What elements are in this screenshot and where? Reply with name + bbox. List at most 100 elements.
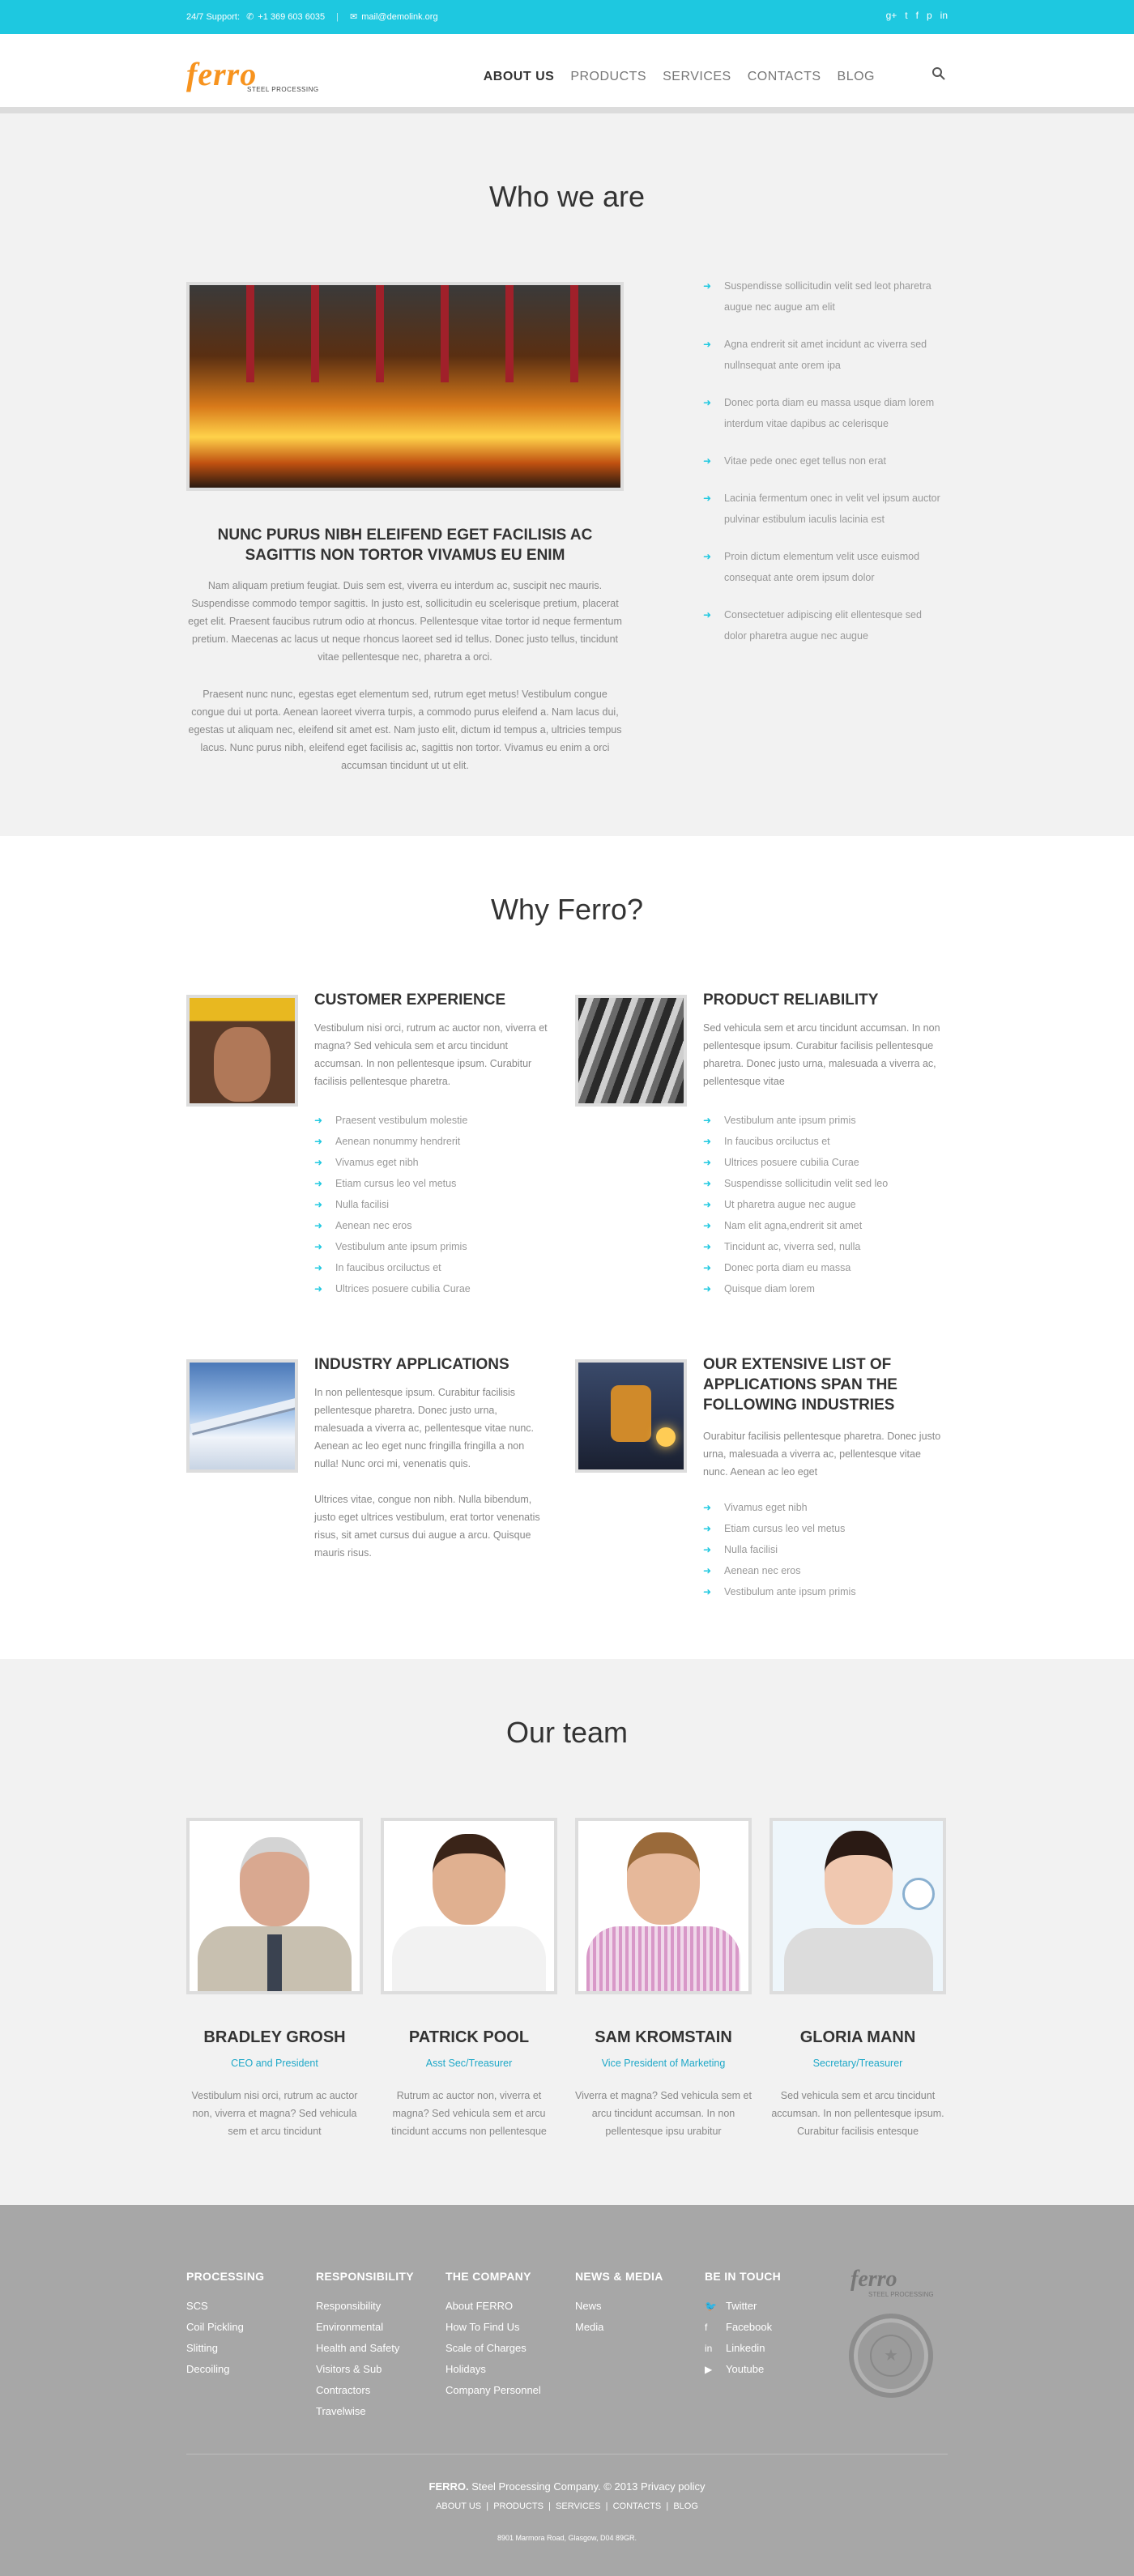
footer-link[interactable]: Decoiling [186, 2359, 264, 2380]
footer-nav-contacts[interactable]: CONTACTS [613, 2501, 662, 2511]
site-footer: PROCESSING SCS Coil Pickling Slitting De… [0, 2205, 1134, 2576]
list-item: Aenean nonummy hendrerit [314, 1131, 549, 1152]
footer-link[interactable]: Visitors & Sub [316, 2359, 414, 2380]
footer-col-processing: PROCESSING SCS Coil Pickling Slitting De… [186, 2270, 264, 2380]
footer-col-news: NEWS & MEDIA News Media [575, 2270, 663, 2338]
about-paragraph-2: Praesent nunc nunc, egestas eget element… [188, 689, 622, 771]
team-bio: Sed vehicula sem et arcu tincidunt accum… [771, 2090, 944, 2137]
footer-link[interactable]: About FERRO [446, 2296, 541, 2317]
footer-link[interactable]: Health and Safety [316, 2338, 414, 2359]
team-bio: Vestibulum nisi orci, rutrum ac auctor n… [191, 2090, 358, 2137]
twitter-icon: 🐦 [705, 2301, 717, 2312]
search-icon[interactable] [932, 66, 946, 85]
welder-worker-image [575, 1359, 687, 1473]
product-reliability-text: Sed vehicula sem et arcu tincidunt accum… [703, 1022, 940, 1087]
list-item: Agna endrerit sit amet incidunt ac viver… [703, 334, 946, 376]
google-plus-icon[interactable]: g+ [886, 10, 897, 21]
nav-about-us[interactable]: ABOUT US [484, 70, 555, 84]
footer-col-company: THE COMPANY About FERRO How To Find Us S… [446, 2270, 541, 2401]
footer-nav-services[interactable]: SERVICES [556, 2501, 600, 2511]
list-item: In faucibus orciluctus et [314, 1257, 549, 1278]
footer-link[interactable]: Holidays [446, 2359, 541, 2380]
footer-link[interactable]: Responsibility [316, 2296, 414, 2317]
industry-applications-text-2: Ultrices vitae, congue non nibh. Nulla b… [314, 1494, 540, 1559]
list-item: Donec porta diam eu massa usque diam lor… [703, 392, 946, 434]
product-reliability-list: Vestibulum ante ipsum primis In faucibus… [703, 1110, 946, 1299]
team-role[interactable]: Vice President of Marketing [575, 2058, 752, 2069]
team-name: GLORIA MANN [799, 2028, 916, 2046]
list-item: Ut pharetra augue nec augue [703, 1194, 946, 1215]
footer-logo[interactable]: ferro STEEL PROCESSING [850, 2267, 934, 2299]
list-item: Tincidunt ac, viverra sed, nulla [703, 1236, 946, 1257]
footer-link[interactable]: Company Personnel [446, 2380, 541, 2401]
footer-logo-subtitle: STEEL PROCESSING [868, 2291, 934, 2298]
who-we-are-heading: Who we are [488, 180, 646, 213]
footer-link[interactable]: Coil Pickling [186, 2317, 264, 2338]
footer-link[interactable]: Environmental [316, 2317, 414, 2338]
about-title: NUNC PURUS NIBH ELEIFEND EGET FACILISIS … [217, 527, 593, 564]
industry-applications-title: INDUSTRY APPLICATIONS [314, 1356, 509, 1373]
footer-col-title: PROCESSING [186, 2270, 265, 2283]
nav-blog[interactable]: BLOG [838, 70, 875, 84]
footer-nav-about[interactable]: ABOUT US [436, 2501, 481, 2511]
about-list: Suspendisse sollicitudin velit sed leot … [703, 275, 946, 646]
list-item: Nam elit agna,endrerit sit amet [703, 1215, 946, 1236]
support-phone[interactable]: +1 369 603 6035 [258, 12, 325, 22]
top-social: g+ t f p in [886, 10, 948, 21]
footer-link[interactable]: Scale of Charges [446, 2338, 541, 2359]
list-item: Nulla facilisi [703, 1539, 946, 1560]
pinterest-icon[interactable]: p [927, 10, 932, 21]
airplane-wing-image [186, 1359, 298, 1473]
footer-social-twitter[interactable]: 🐦 Twitter [705, 2296, 781, 2317]
team-photo-sam [575, 1818, 752, 1994]
team-role[interactable]: Asst Sec/Treasurer [381, 2058, 557, 2069]
support-email[interactable]: mail@demolink.org [361, 12, 437, 22]
list-item: Ultrices posuere cubilia Curae [703, 1152, 946, 1173]
team-name: BRADLEY GROSH [203, 2028, 346, 2046]
team-bio: Rutrum ac auctor non, viverra et magna? … [391, 2090, 547, 2137]
product-reliability-title: PRODUCT RELIABILITY [703, 992, 879, 1009]
facebook-icon[interactable]: f [916, 10, 919, 21]
youtube-icon: ▶ [705, 2364, 713, 2375]
footer-nav-products[interactable]: PRODUCTS [493, 2501, 544, 2511]
customer-experience-list: Praesent vestibulum molestie Aenean nonu… [314, 1110, 549, 1299]
footer-link[interactable]: Media [575, 2317, 663, 2338]
team-photo-patrick [381, 1818, 557, 1994]
site-logo[interactable]: ferro STEEL PROCESSING [186, 58, 318, 94]
footer-social-label: Twitter [726, 2300, 757, 2312]
footer-social-facebook[interactable]: f Facebook [705, 2317, 781, 2338]
list-item: Vestibulum ante ipsum primis [703, 1110, 946, 1131]
footer-link[interactable]: How To Find Us [446, 2317, 541, 2338]
nav-services[interactable]: SERVICES [663, 70, 731, 84]
customer-experience-text: Vestibulum nisi orci, rutrum ac auctor n… [314, 1022, 548, 1087]
customer-experience-title: CUSTOMER EXPERIENCE [314, 992, 506, 1009]
twitter-icon[interactable]: t [905, 10, 907, 21]
why-ferro-section [0, 836, 1134, 1659]
list-item: Donec porta diam eu massa [703, 1257, 946, 1278]
team-photo-bradley [186, 1818, 363, 1994]
steel-coils-image [575, 995, 687, 1107]
copyright-text: Steel Processing Company. © 2013 Privacy… [468, 2480, 706, 2493]
footer-link[interactable]: SCS [186, 2296, 264, 2317]
nav-products[interactable]: PRODUCTS [570, 70, 646, 84]
footer-link[interactable]: News [575, 2296, 663, 2317]
nav-contacts[interactable]: CONTACTS [748, 70, 821, 84]
footer-social-linkedin[interactable]: in Linkedin [705, 2338, 781, 2359]
quality-seal-icon: ★ [849, 2314, 933, 2398]
footer-link[interactable]: Contractors [316, 2380, 414, 2401]
footer-col-title: RESPONSIBILITY [316, 2270, 414, 2283]
team-role[interactable]: Secretary/Treasurer [770, 2058, 946, 2069]
footer-link[interactable]: Slitting [186, 2338, 264, 2359]
divider: | [336, 11, 339, 22]
list-item: Vitae pede onec eget tellus non erat [703, 450, 946, 471]
footer-logo-word: ferro [850, 2267, 897, 2292]
linkedin-icon[interactable]: in [940, 10, 948, 21]
list-item: Vestibulum ante ipsum primis [314, 1236, 549, 1257]
mail-icon: ✉ [350, 12, 358, 22]
footer-social-youtube[interactable]: ▶ Youtube [705, 2359, 781, 2380]
team-name: SAM KROMSTAIN [595, 2028, 732, 2046]
footer-nav-blog[interactable]: BLOG [673, 2501, 698, 2511]
footer-link[interactable]: Travelwise [316, 2401, 414, 2422]
team-role[interactable]: CEO and President [186, 2058, 363, 2069]
team-name: PATRICK POOL [408, 2028, 530, 2046]
